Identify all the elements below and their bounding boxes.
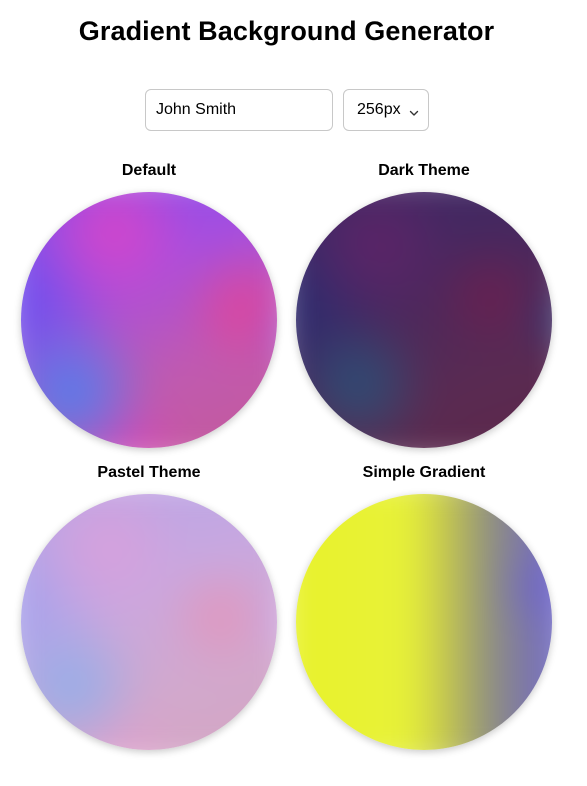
- page: Gradient Background Generator 256px Defa…: [0, 0, 587, 786]
- avatar-simple-gradient: [296, 494, 552, 750]
- name-input[interactable]: [145, 89, 333, 131]
- avatar-default: [21, 192, 277, 448]
- controls-bar: 256px: [145, 89, 429, 131]
- avatar-label: Default: [121, 162, 177, 179]
- avatar-dark-theme: [296, 192, 552, 448]
- avatar-card-default: Default: [21, 161, 277, 448]
- page-title: Gradient Background Generator: [78, 16, 495, 46]
- avatar-label: Dark Theme: [378, 162, 470, 179]
- avatar-pastel-theme: [21, 494, 277, 750]
- size-select[interactable]: 256px: [343, 89, 429, 131]
- avatar-card-dark-theme: Dark Theme: [296, 161, 552, 448]
- chevron-down-icon: [409, 105, 419, 116]
- avatar-label: Simple Gradient: [362, 464, 486, 481]
- avatar-card-simple-gradient: Simple Gradient: [296, 463, 552, 750]
- avatar-label: Pastel Theme: [97, 464, 201, 481]
- avatar-card-pastel-theme: Pastel Theme: [21, 463, 277, 750]
- size-select-value: 256px: [357, 101, 401, 118]
